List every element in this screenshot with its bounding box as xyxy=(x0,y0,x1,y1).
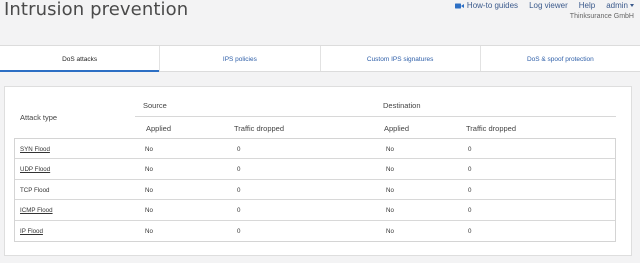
user-menu[interactable]: admin xyxy=(606,1,634,10)
source-applied-value: No xyxy=(145,146,153,153)
table-row: IP Flood No 0 No 0 xyxy=(15,221,615,241)
tab-bar: DoS attacks IPS policies Custom IPS sign… xyxy=(0,45,640,72)
destination-dropped-value: 0 xyxy=(468,227,472,235)
source-dropped-value: 0 xyxy=(237,166,241,174)
attack-type-link[interactable]: IP Flood xyxy=(20,228,43,235)
organization-name: Thinksurance GmbH xyxy=(569,13,634,20)
source-dropped-value: 0 xyxy=(237,207,241,215)
source-applied-value: No xyxy=(145,227,153,235)
source-dropped-value: 0 xyxy=(237,186,241,194)
table-row: SYN Flood No 0 No 0 xyxy=(15,139,615,160)
attack-type-label: TCP Flood xyxy=(20,186,50,194)
destination-group-header: Destination xyxy=(383,101,421,110)
tab-dos-attacks[interactable]: DoS attacks xyxy=(0,46,161,72)
top-navigation: How-to guides Log viewer Help admin xyxy=(454,1,634,10)
log-viewer-link[interactable]: Log viewer xyxy=(529,1,568,10)
source-group-header: Source xyxy=(143,101,167,110)
tab-ips-policies[interactable]: IPS policies xyxy=(160,46,321,71)
destination-dropped-value: 0 xyxy=(468,207,472,215)
source-applied-value: No xyxy=(145,166,153,174)
source-applied-value: No xyxy=(145,186,153,194)
attack-type-link[interactable]: ICMP Flood xyxy=(20,207,53,214)
source-dropped-value: 0 xyxy=(237,227,241,235)
attack-type-header: Attack type xyxy=(20,113,58,122)
destination-applied-value: No xyxy=(386,227,394,235)
source-dropped-value: 0 xyxy=(237,146,241,153)
table-row: UDP Flood No 0 No 0 xyxy=(15,159,615,180)
tab-dos-spoof-protection[interactable]: DoS & spoof protection xyxy=(481,46,640,71)
source-applied-header: Applied xyxy=(146,124,172,133)
destination-dropped-value: 0 xyxy=(468,186,472,194)
destination-applied-value: No xyxy=(386,207,394,215)
page-header: Intrusion prevention How-to guides Log v… xyxy=(0,0,640,44)
destination-applied-value: No xyxy=(386,146,394,153)
caret-down-icon xyxy=(630,4,634,8)
attack-type-link[interactable]: SYN Flood xyxy=(20,146,50,153)
destination-applied-value: No xyxy=(386,166,394,174)
header-divider xyxy=(135,116,616,117)
destination-applied-header: Applied xyxy=(384,124,410,133)
dos-attacks-panel: Attack type Source Destination Applied T… xyxy=(4,86,632,256)
attack-type-link[interactable]: UDP Flood xyxy=(20,166,50,173)
destination-dropped-value: 0 xyxy=(468,166,472,174)
howto-guides-label: How-to guides xyxy=(466,1,519,10)
page-title: Intrusion prevention xyxy=(4,0,189,20)
howto-guides-link[interactable]: How-to guides xyxy=(454,1,519,10)
attack-table-body: SYN Flood No 0 No 0 UDP Flood No 0 No 0 … xyxy=(14,138,616,242)
tab-custom-ips-signatures[interactable]: Custom IPS signatures xyxy=(321,46,481,71)
user-name: admin xyxy=(606,1,628,10)
table-row: TCP Flood No 0 No 0 xyxy=(15,180,615,201)
source-traffic-dropped-header: Traffic dropped xyxy=(234,124,285,133)
table-row: ICMP Flood No 0 No 0 xyxy=(15,200,615,221)
help-link[interactable]: Help xyxy=(579,1,595,10)
source-applied-value: No xyxy=(145,207,153,215)
destination-traffic-dropped-header: Traffic dropped xyxy=(466,124,517,133)
destination-dropped-value: 0 xyxy=(468,146,472,153)
destination-applied-value: No xyxy=(386,186,394,194)
video-camera-icon xyxy=(454,3,464,9)
